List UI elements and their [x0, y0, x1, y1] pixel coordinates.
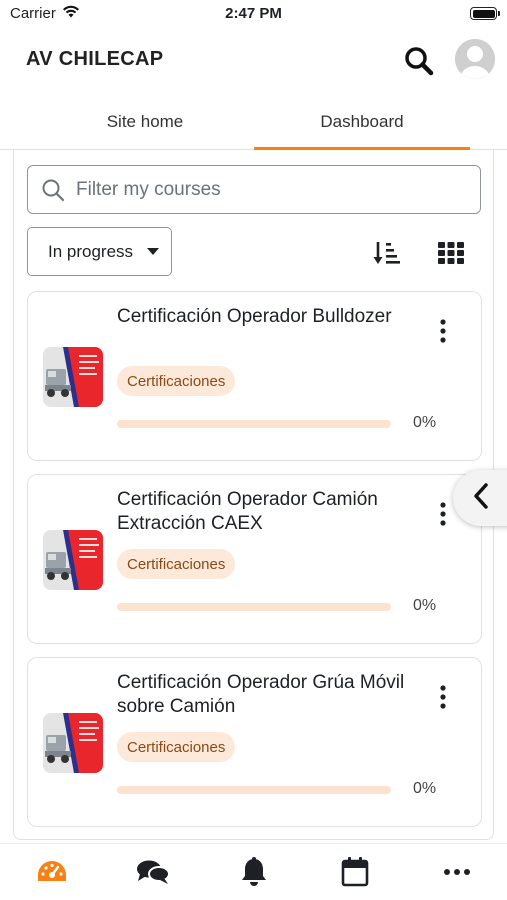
course-progress-bar [117, 786, 391, 794]
more-options-icon[interactable] [433, 499, 453, 529]
course-title[interactable]: Certificación Operador Camión Extracción… [117, 488, 417, 536]
more-icon[interactable] [437, 854, 477, 890]
more-options-icon[interactable] [433, 316, 453, 346]
filter-courses-field[interactable] [27, 165, 481, 214]
course-card[interactable]: Certificación Operador Bulldozer Certifi… [27, 291, 482, 461]
course-category-badge: Certificaciones [117, 366, 236, 396]
course-progress-bar [117, 420, 391, 428]
course-progress-bar [117, 603, 391, 611]
course-card[interactable]: Certificación Operador Camión Extracción… [27, 474, 482, 644]
bottom-tab-bar [0, 843, 507, 900]
main-tabs: Site home Dashboard [0, 93, 507, 150]
site-title: AV CHILECAP [26, 48, 164, 70]
grid-view-icon[interactable] [436, 238, 466, 268]
course-category-badge: Certificaciones [117, 549, 236, 579]
notifications-bell-icon[interactable] [234, 854, 274, 890]
course-status-select[interactable]: In progress [27, 227, 172, 276]
filter-courses-input[interactable] [76, 178, 456, 201]
messages-icon[interactable] [133, 854, 173, 890]
calendar-icon[interactable] [335, 854, 375, 890]
tab-dashboard[interactable]: Dashboard [254, 93, 470, 150]
status-time: 2:47 PM [225, 5, 282, 22]
battery-icon [470, 7, 500, 20]
course-card[interactable]: Certificación Operador Grúa Móvil sobre … [27, 657, 482, 827]
dashboard-gauge-icon[interactable] [32, 854, 72, 890]
status-bar: Carrier 2:47 PM [0, 0, 507, 30]
tab-site-home[interactable]: Site home [40, 93, 250, 150]
course-image [43, 530, 103, 590]
course-status-label: In progress [48, 241, 134, 261]
user-avatar-icon[interactable] [455, 39, 495, 79]
course-category-badge: Certificaciones [117, 732, 236, 762]
chevron-left-icon [473, 482, 489, 514]
course-image [43, 713, 103, 773]
app-header: AV CHILECAP [0, 30, 507, 90]
open-drawer-button[interactable] [453, 470, 507, 526]
course-progress-text: 0% [413, 414, 437, 431]
dashboard-content: In progress [13, 150, 494, 840]
sort-icon[interactable] [372, 238, 402, 268]
course-image [43, 347, 103, 407]
course-title[interactable]: Certificación Operador Bulldozer [117, 305, 417, 329]
course-progress-text: 0% [413, 780, 437, 797]
more-options-icon[interactable] [433, 682, 453, 712]
chevron-down-icon [147, 248, 159, 255]
course-title[interactable]: Certificación Operador Grúa Móvil sobre … [117, 671, 417, 719]
search-icon [40, 177, 66, 203]
search-icon[interactable] [400, 42, 438, 80]
course-progress-text: 0% [413, 597, 437, 614]
